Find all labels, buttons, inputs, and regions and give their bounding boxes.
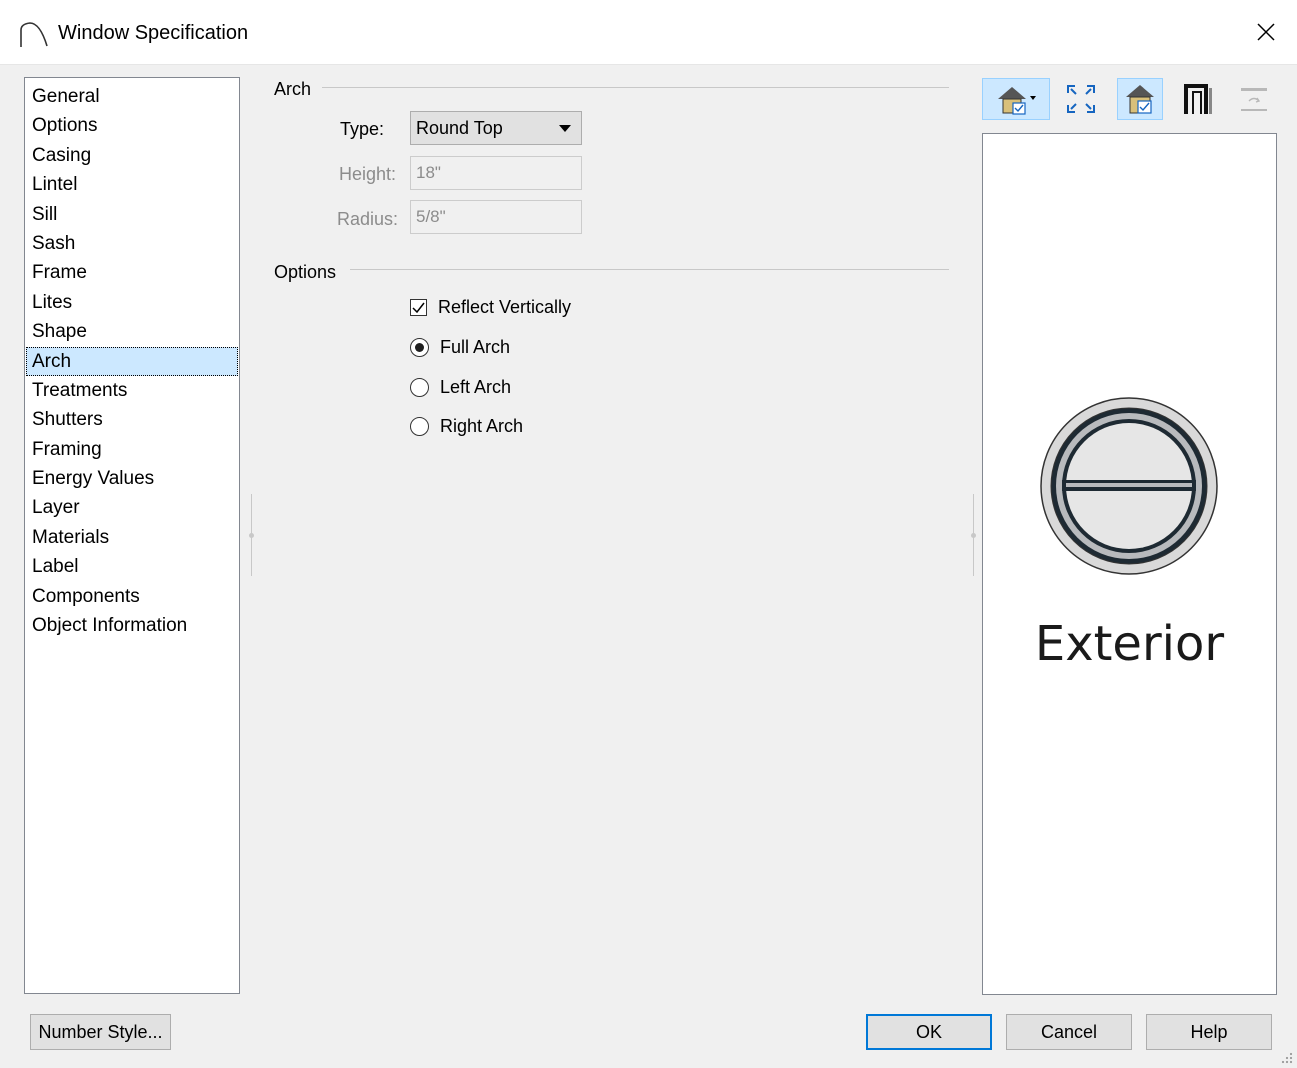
radius-label: Radius: xyxy=(336,209,398,229)
cancel-button[interactable]: Cancel xyxy=(1006,1014,1132,1050)
nav-item-casing[interactable]: Casing xyxy=(26,141,238,170)
preview-panel[interactable]: Exterior xyxy=(982,133,1277,995)
close-icon xyxy=(1257,23,1275,41)
left-arch-radio-row[interactable]: Left Arch xyxy=(410,377,511,398)
nav-item-label[interactable]: Label xyxy=(26,552,238,581)
nav-item-frame[interactable]: Frame xyxy=(26,258,238,287)
resize-grip-icon[interactable] xyxy=(1279,1050,1293,1064)
arch-app-icon xyxy=(20,22,48,47)
nav-item-general[interactable]: General xyxy=(26,82,238,111)
title-bar: Window Specification xyxy=(0,0,1297,65)
show-interior-button[interactable] xyxy=(1117,78,1163,120)
left-arch-label: Left Arch xyxy=(440,377,512,397)
type-label: Type: xyxy=(339,119,384,139)
dropdown-arrow-icon xyxy=(559,125,571,132)
view-mode-dropdown-button[interactable] xyxy=(982,78,1050,120)
full-arch-radio[interactable] xyxy=(410,338,429,357)
frame-view-button[interactable] xyxy=(1176,78,1220,120)
height-input[interactable]: 18" xyxy=(410,156,582,190)
nav-item-sill[interactable]: Sill xyxy=(26,200,238,229)
nav-item-arch[interactable]: Arch xyxy=(26,346,238,376)
reflect-vertically-checkbox-row[interactable]: Reflect Vertically xyxy=(410,297,571,318)
checkmark-icon xyxy=(412,302,425,314)
nav-item-components[interactable]: Components xyxy=(26,582,238,611)
help-button[interactable]: Help xyxy=(1146,1014,1272,1050)
arch-type-select[interactable]: Round Top xyxy=(410,111,582,145)
reverse-icon xyxy=(1241,88,1267,111)
nav-item-object-information[interactable]: Object Information xyxy=(26,611,238,640)
right-splitter[interactable] xyxy=(971,494,976,576)
nav-item-energy-values[interactable]: Energy Values xyxy=(26,464,238,493)
height-label: Height: xyxy=(338,164,396,184)
reverse-button[interactable] xyxy=(1232,78,1276,120)
options-group-header: Options xyxy=(274,262,337,282)
fill-window-icon xyxy=(1067,85,1095,113)
nav-item-framing[interactable]: Framing xyxy=(26,435,238,464)
nav-item-lites[interactable]: Lites xyxy=(26,288,238,317)
right-arch-radio[interactable] xyxy=(410,417,429,436)
right-arch-radio-row[interactable]: Right Arch xyxy=(410,416,523,437)
door-frame-icon xyxy=(1184,84,1212,114)
radius-input[interactable]: 5/8" xyxy=(410,200,582,234)
house-view-icon xyxy=(998,87,1036,115)
nav-item-sash[interactable]: Sash xyxy=(26,229,238,258)
full-arch-radio-row[interactable]: Full Arch xyxy=(410,337,510,358)
right-arch-label: Right Arch xyxy=(440,416,524,436)
ok-button[interactable]: OK xyxy=(866,1014,992,1050)
number-style-button[interactable]: Number Style... xyxy=(30,1014,171,1050)
house-check-icon xyxy=(1126,85,1154,114)
reflect-vertically-label: Reflect Vertically xyxy=(438,297,572,317)
nav-item-shutters[interactable]: Shutters xyxy=(26,405,238,434)
nav-item-lintel[interactable]: Lintel xyxy=(26,170,238,199)
window-title: Window Specification xyxy=(58,22,249,44)
full-arch-label: Full Arch xyxy=(440,337,511,357)
category-list[interactable]: General Options Casing Lintel Sill Sash Frame L… xyxy=(24,77,240,994)
round-window-preview-icon xyxy=(1040,397,1218,575)
arch-type-value: Round Top xyxy=(416,118,503,138)
arch-group-divider xyxy=(322,87,949,88)
nav-item-materials[interactable]: Materials xyxy=(26,523,238,552)
preview-label: Exterior xyxy=(1034,616,1225,672)
nav-item-treatments[interactable]: Treatments xyxy=(26,376,238,405)
left-arch-radio[interactable] xyxy=(410,378,429,397)
fill-window-button[interactable] xyxy=(1060,78,1102,120)
nav-item-shape[interactable]: Shape xyxy=(26,317,238,346)
close-button[interactable] xyxy=(1235,0,1297,64)
arch-group-header: Arch xyxy=(274,79,312,99)
reflect-vertically-checkbox[interactable] xyxy=(410,299,427,316)
left-splitter[interactable] xyxy=(249,494,254,576)
options-group-divider xyxy=(350,269,949,270)
nav-item-layer[interactable]: Layer xyxy=(26,493,238,522)
nav-item-options[interactable]: Options xyxy=(26,111,238,140)
